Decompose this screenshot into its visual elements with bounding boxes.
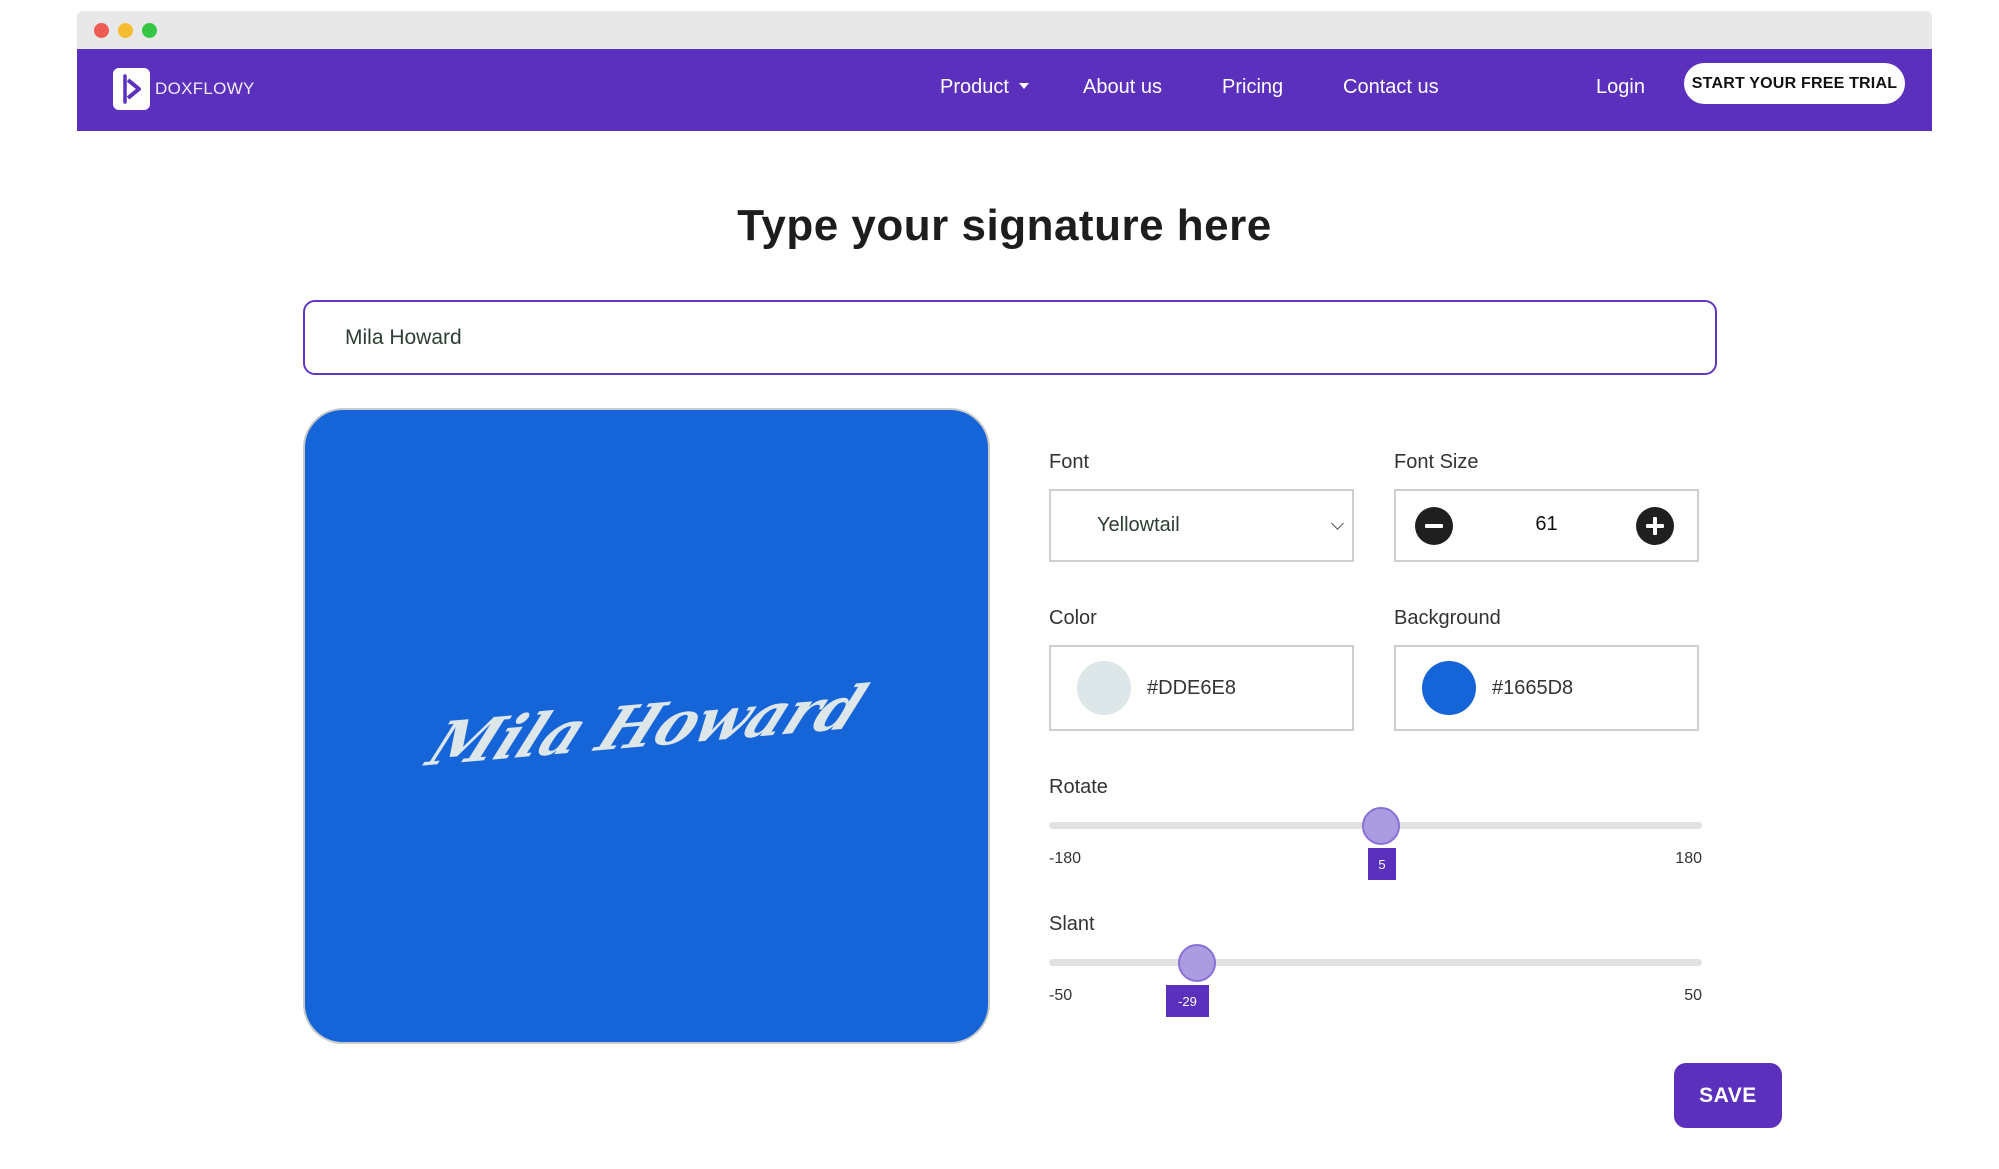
slant-max-label: 50 [1684, 987, 1702, 1004]
text-color-hex: #DDE6E8 [1147, 677, 1236, 699]
top-navbar: DOXFLOWY Product About us Pricing Contac… [77, 49, 1932, 131]
rotate-value-tag: 5 [1368, 848, 1396, 880]
background-color-hex: #1665D8 [1492, 677, 1574, 699]
brand-logo[interactable]: DOXFLOWY [113, 68, 255, 110]
nav-contact-link[interactable]: Contact us [1343, 76, 1439, 99]
background-label: Background [1394, 607, 1501, 629]
background-color-picker[interactable]: #1665D8 [1394, 645, 1699, 731]
maximize-window-icon[interactable] [142, 23, 157, 38]
chevron-down-icon [1018, 82, 1029, 89]
text-color-swatch [1077, 661, 1131, 715]
nav-about-link[interactable]: About us [1083, 76, 1162, 99]
slant-label: Slant [1049, 913, 1095, 935]
brand-name: DOXFLOWY [155, 79, 255, 98]
slant-slider[interactable] [1049, 959, 1702, 966]
font-size-stepper: 61 [1394, 489, 1699, 562]
font-select-value: Yellowtail [1097, 514, 1180, 536]
nav-login-link[interactable]: Login [1596, 76, 1645, 99]
nav-pricing-link[interactable]: Pricing [1222, 76, 1283, 99]
logo-icon [113, 68, 150, 110]
font-label: Font [1049, 451, 1090, 473]
background-color-swatch [1422, 661, 1476, 715]
signature-preview-canvas: Mila Howard [303, 408, 990, 1044]
rotate-slider-thumb[interactable] [1362, 807, 1400, 845]
signature-preview: Mila Howard [305, 410, 988, 1042]
rotate-max-label: 180 [1675, 850, 1702, 867]
increase-font-size-button[interactable] [1636, 507, 1674, 545]
minimize-window-icon[interactable] [118, 23, 133, 38]
font-size-label: Font Size [1394, 451, 1479, 473]
font-select[interactable]: Yellowtail [1049, 489, 1354, 562]
save-button[interactable]: SAVE [1674, 1063, 1782, 1128]
slant-slider-thumb[interactable] [1178, 944, 1216, 982]
window-titlebar [77, 11, 1932, 49]
minus-icon [1425, 524, 1443, 528]
rotate-min-label: -180 [1049, 850, 1082, 867]
plus-icon-vertical-bar [1653, 517, 1657, 535]
slant-value-tag: -29 [1166, 985, 1209, 1017]
start-free-trial-button[interactable]: START YOUR FREE TRIAL [1684, 63, 1905, 104]
close-window-icon[interactable] [94, 23, 109, 38]
signature-preview-text: Mila Howard [417, 672, 876, 780]
nav-product-label: Product [940, 76, 1009, 98]
nav-product-menu[interactable]: Product [940, 76, 1029, 99]
chevron-down-icon [1331, 517, 1344, 530]
signature-text-input[interactable] [303, 300, 1717, 375]
decrease-font-size-button[interactable] [1415, 507, 1453, 545]
color-label: Color [1049, 607, 1097, 629]
slant-min-label: -50 [1049, 987, 1073, 1004]
rotate-label: Rotate [1049, 776, 1108, 798]
page-title: Type your signature here [737, 201, 1272, 250]
browser-window: DOXFLOWY Product About us Pricing Contac… [77, 11, 1932, 1169]
text-color-picker[interactable]: #DDE6E8 [1049, 645, 1354, 731]
